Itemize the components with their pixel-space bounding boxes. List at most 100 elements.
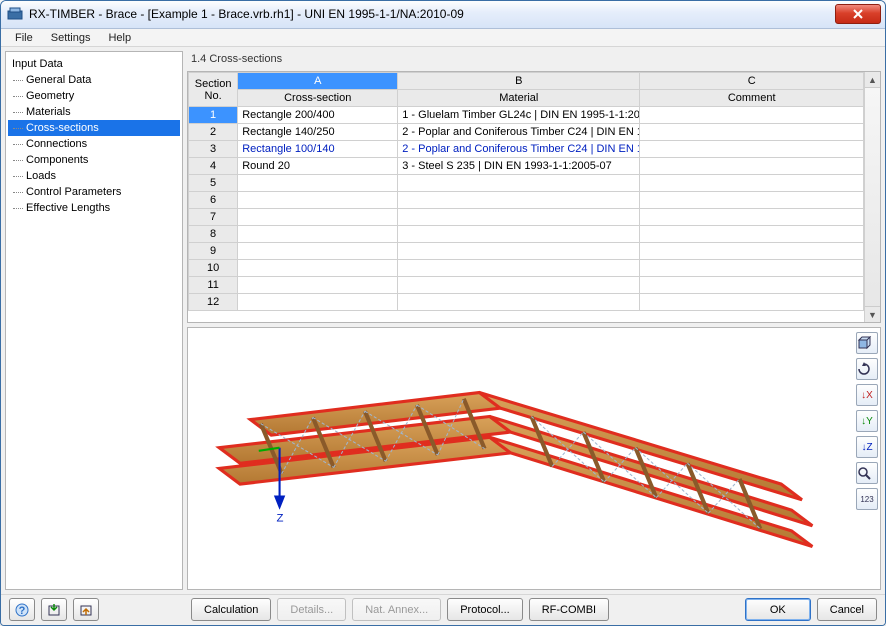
cell[interactable]: 1 - Gluelam Timber GL24c | DIN EN 1995-1… <box>398 107 640 124</box>
cell[interactable] <box>398 209 640 226</box>
cell[interactable] <box>238 294 398 311</box>
cell[interactable] <box>640 141 864 158</box>
table-row[interactable]: 8 <box>189 226 864 243</box>
col-letter-c[interactable]: C <box>640 73 864 90</box>
cell[interactable] <box>640 277 864 294</box>
nat-annex-button[interactable]: Nat. Annex... <box>352 598 441 621</box>
show-numbers-icon[interactable]: 123 <box>856 488 878 510</box>
cell[interactable] <box>238 226 398 243</box>
row-number[interactable]: 11 <box>189 277 238 294</box>
sidebar-item-general-data[interactable]: General Data <box>8 72 180 88</box>
cell[interactable] <box>640 209 864 226</box>
cell[interactable] <box>640 158 864 175</box>
cell[interactable] <box>238 277 398 294</box>
zoom-icon[interactable] <box>856 462 878 484</box>
scroll-down-icon[interactable]: ▼ <box>865 306 880 322</box>
cell[interactable] <box>398 277 640 294</box>
col-material[interactable]: Material <box>398 90 640 107</box>
help-button[interactable]: ? <box>9 598 35 621</box>
cell[interactable] <box>640 294 864 311</box>
table-row[interactable]: 5 <box>189 175 864 192</box>
cell[interactable] <box>640 243 864 260</box>
menu-file[interactable]: File <box>7 30 41 46</box>
cell[interactable] <box>398 260 640 277</box>
import-button[interactable] <box>41 598 67 621</box>
cell[interactable]: Rectangle 100/140 <box>238 141 398 158</box>
sidebar-item-geometry[interactable]: Geometry <box>8 88 180 104</box>
cell[interactable] <box>398 175 640 192</box>
cell[interactable] <box>640 192 864 209</box>
sidebar-item-control-parameters[interactable]: Control Parameters <box>8 184 180 200</box>
z-axis-icon[interactable]: ↓Z <box>856 436 878 458</box>
table-row[interactable]: 11 <box>189 277 864 294</box>
input-tree[interactable]: Input Data General DataGeometryMaterials… <box>5 51 183 589</box>
sidebar-item-connections[interactable]: Connections <box>8 136 180 152</box>
cell[interactable] <box>640 260 864 277</box>
grid-inner[interactable]: Section No. A B C Cross-section Material… <box>188 72 864 322</box>
ok-button[interactable]: OK <box>745 598 811 621</box>
col-comment[interactable]: Comment <box>640 90 864 107</box>
row-number[interactable]: 10 <box>189 260 238 277</box>
table-row[interactable]: 4Round 203 - Steel S 235 | DIN EN 1993-1… <box>189 158 864 175</box>
row-number[interactable]: 7 <box>189 209 238 226</box>
grid-scrollbar[interactable]: ▲ ▼ <box>864 72 880 322</box>
table-row[interactable]: 7 <box>189 209 864 226</box>
cell[interactable]: Round 20 <box>238 158 398 175</box>
model-viewport[interactable]: Z ↓X ↓Y ↓Z 123 <box>187 327 881 589</box>
table-row[interactable]: 10 <box>189 260 864 277</box>
table-row[interactable]: 2Rectangle 140/2502 - Poplar and Conifer… <box>189 124 864 141</box>
scroll-up-icon[interactable]: ▲ <box>865 72 880 88</box>
table-row[interactable]: 6 <box>189 192 864 209</box>
tree-root[interactable]: Input Data <box>8 56 180 72</box>
cell[interactable] <box>398 294 640 311</box>
cell[interactable] <box>398 226 640 243</box>
row-number[interactable]: 8 <box>189 226 238 243</box>
protocol-button[interactable]: Protocol... <box>447 598 523 621</box>
cell[interactable] <box>398 192 640 209</box>
sidebar-item-components[interactable]: Components <box>8 152 180 168</box>
table-row[interactable]: 9 <box>189 243 864 260</box>
cell[interactable] <box>238 243 398 260</box>
export-button[interactable] <box>73 598 99 621</box>
sidebar-item-materials[interactable]: Materials <box>8 104 180 120</box>
sidebar-item-cross-sections[interactable]: Cross-sections <box>8 120 180 136</box>
rotate-icon[interactable] <box>856 358 878 380</box>
col-cross-section[interactable]: Cross-section <box>238 90 398 107</box>
cell[interactable] <box>640 175 864 192</box>
cell[interactable] <box>640 124 864 141</box>
cell[interactable] <box>238 209 398 226</box>
y-axis-icon[interactable]: ↓Y <box>856 410 878 432</box>
menu-settings[interactable]: Settings <box>43 30 99 46</box>
cancel-button[interactable]: Cancel <box>817 598 877 621</box>
sidebar-item-loads[interactable]: Loads <box>8 168 180 184</box>
menu-help[interactable]: Help <box>100 30 139 46</box>
row-number[interactable]: 5 <box>189 175 238 192</box>
cell[interactable]: Rectangle 200/400 <box>238 107 398 124</box>
row-number[interactable]: 6 <box>189 192 238 209</box>
cell[interactable]: 3 - Steel S 235 | DIN EN 1993-1-1:2005-0… <box>398 158 640 175</box>
cell[interactable] <box>238 175 398 192</box>
cell[interactable] <box>398 243 640 260</box>
row-number[interactable]: 4 <box>189 158 238 175</box>
close-button[interactable] <box>835 4 881 24</box>
details-button[interactable]: Details... <box>277 598 346 621</box>
table-row[interactable]: 3Rectangle 100/1402 - Poplar and Conifer… <box>189 141 864 158</box>
col-letter-a[interactable]: A <box>238 73 398 90</box>
sidebar-item-effective-lengths[interactable]: Effective Lengths <box>8 200 180 216</box>
row-number[interactable]: 9 <box>189 243 238 260</box>
title-bar[interactable]: RX-TIMBER - Brace - [Example 1 - Brace.v… <box>1 1 885 29</box>
row-number[interactable]: 2 <box>189 124 238 141</box>
row-number[interactable]: 1 <box>189 107 238 124</box>
calculation-button[interactable]: Calculation <box>191 598 271 621</box>
rf-combi-button[interactable]: RF-COMBI <box>529 598 609 621</box>
table-row[interactable]: 1Rectangle 200/4001 - Gluelam Timber GL2… <box>189 107 864 124</box>
cell[interactable] <box>640 107 864 124</box>
cell[interactable]: 2 - Poplar and Coniferous Timber C24 | D… <box>398 124 640 141</box>
row-number[interactable]: 3 <box>189 141 238 158</box>
cell[interactable] <box>238 192 398 209</box>
x-axis-icon[interactable]: ↓X <box>856 384 878 406</box>
table-row[interactable]: 12 <box>189 294 864 311</box>
cell[interactable] <box>640 226 864 243</box>
cell[interactable]: 2 - Poplar and Coniferous Timber C24 | D… <box>398 141 640 158</box>
cube-icon[interactable] <box>856 332 878 354</box>
